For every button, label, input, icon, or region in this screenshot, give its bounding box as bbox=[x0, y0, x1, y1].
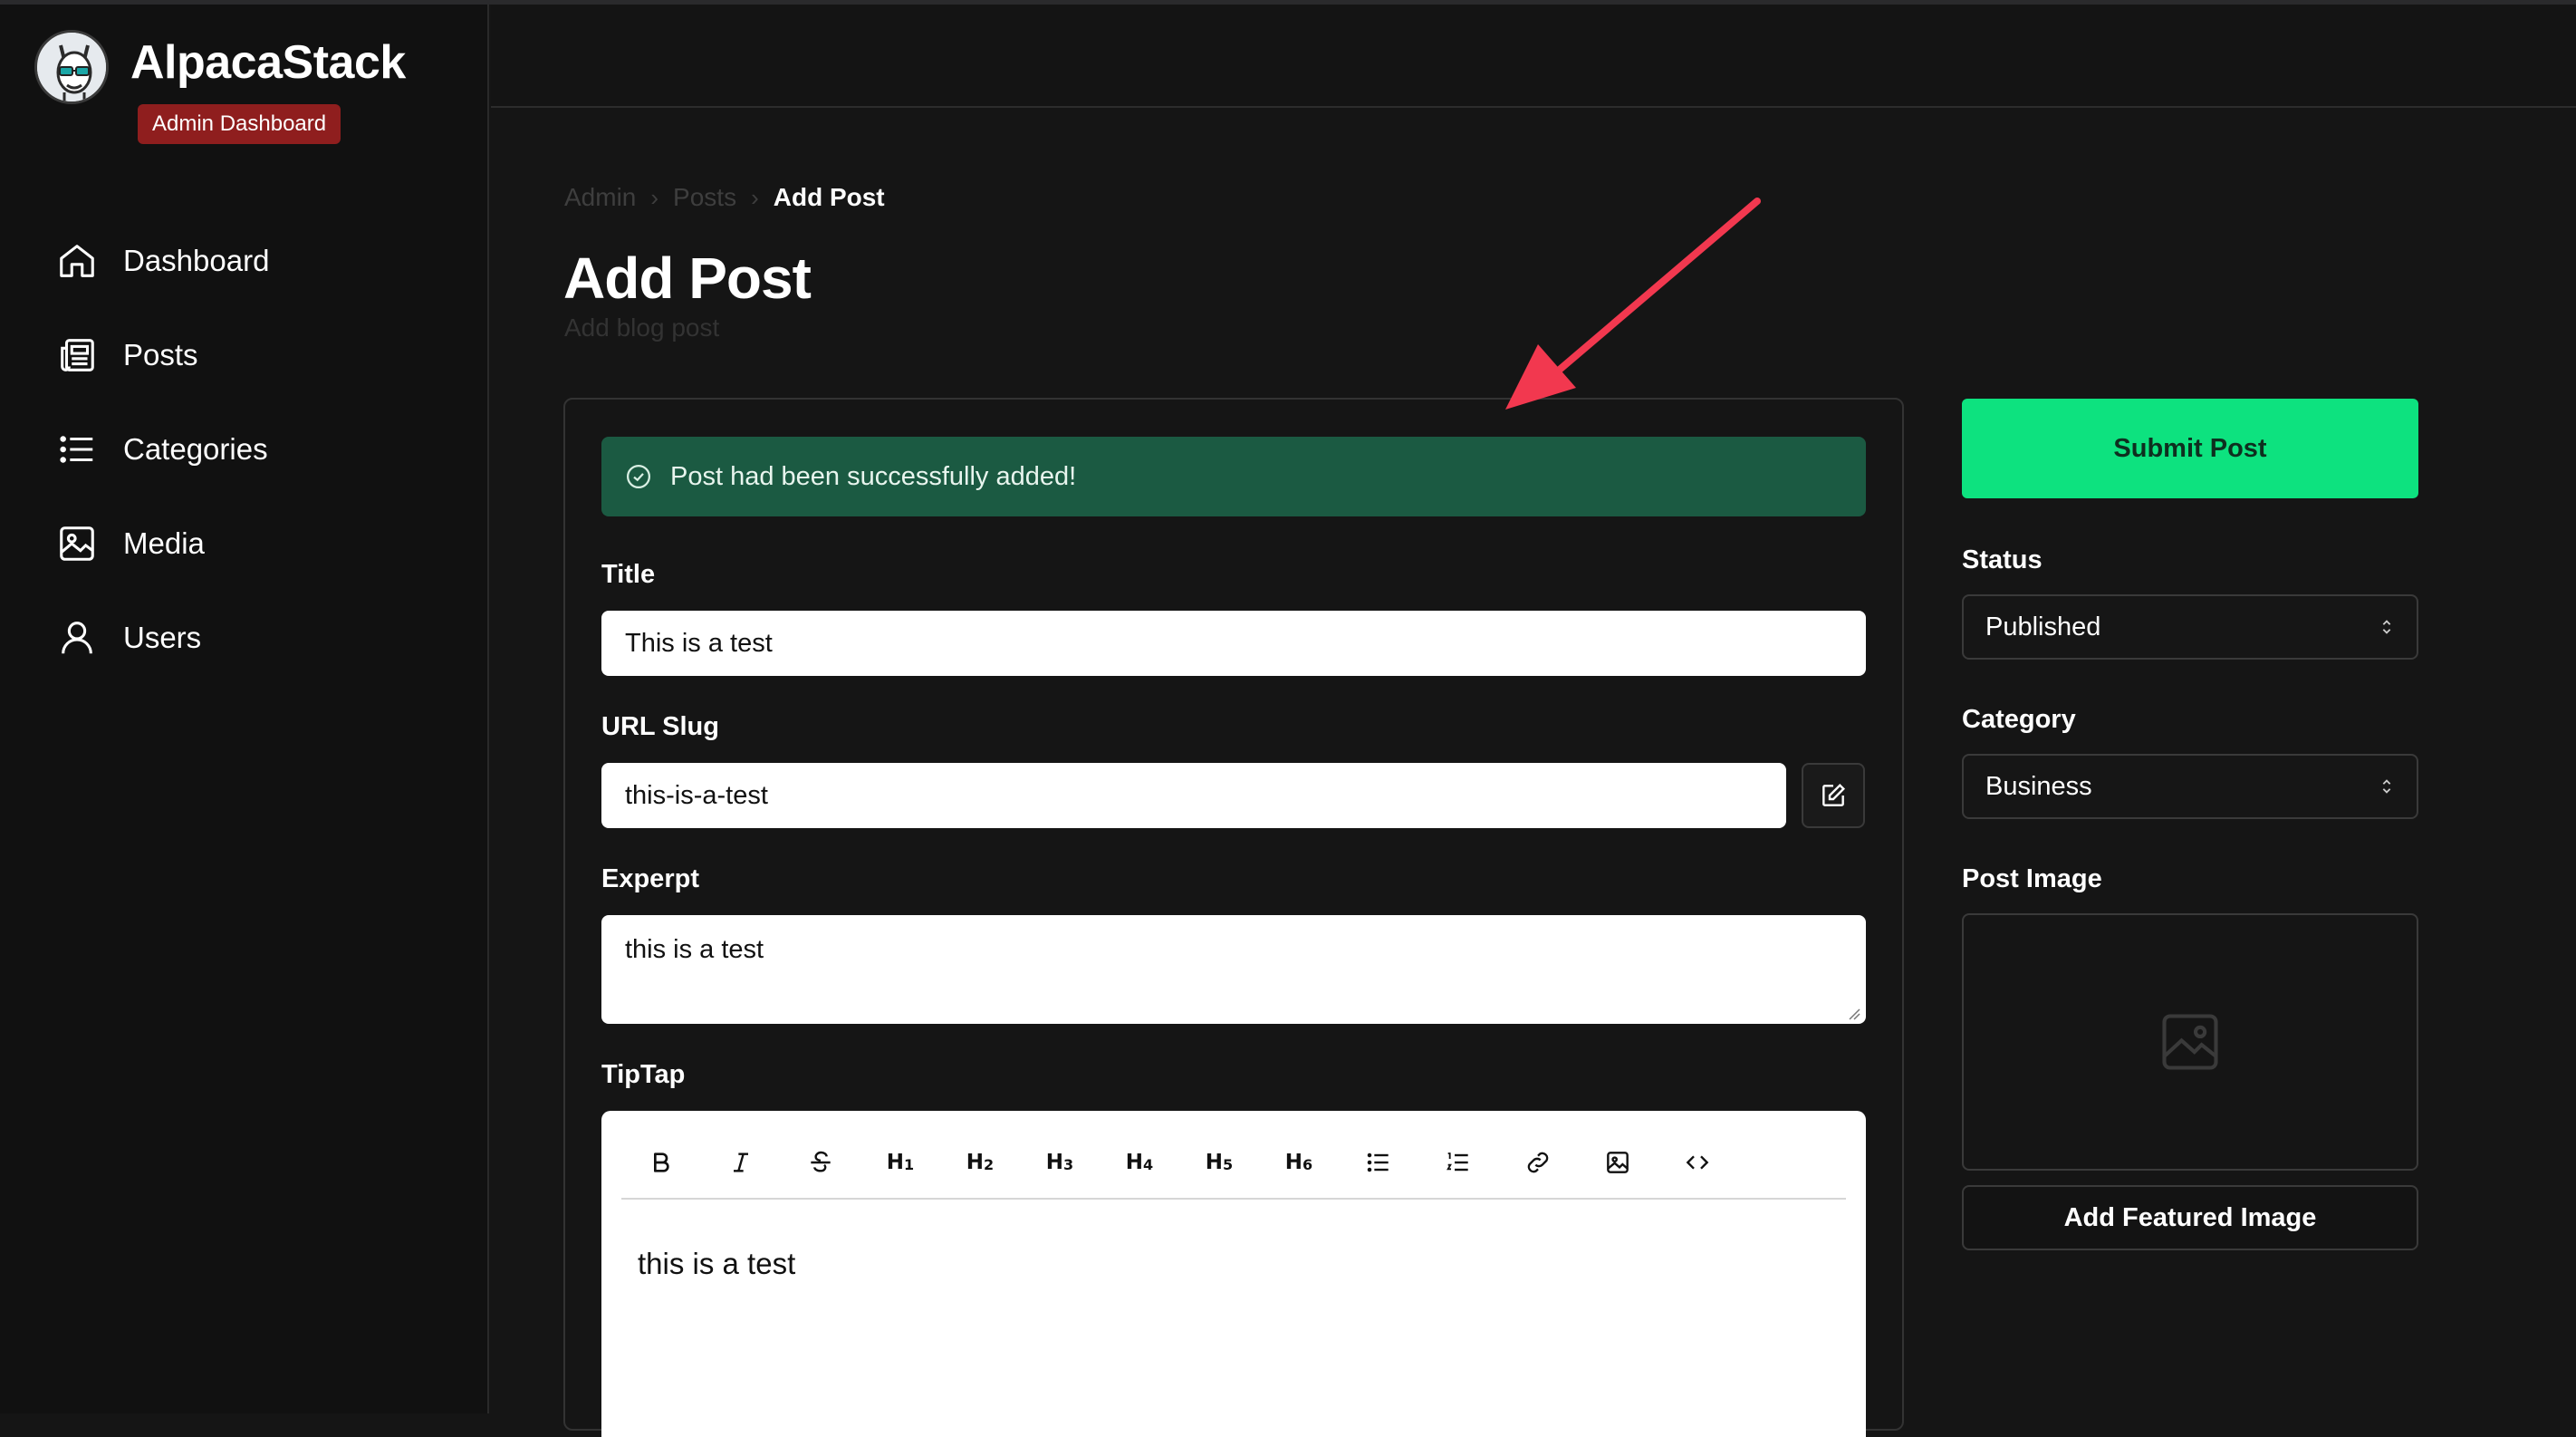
title-input[interactable]: This is a test bbox=[601, 611, 1866, 676]
breadcrumb: Admin › Posts › Add Post bbox=[564, 183, 885, 212]
sidebar-item-label: Users bbox=[123, 621, 202, 654]
submit-post-button[interactable]: Submit Post bbox=[1962, 399, 2418, 498]
code-icon bbox=[1686, 1155, 1709, 1170]
editor-content[interactable]: this is a test bbox=[638, 1247, 795, 1281]
heading-5-button[interactable]: H5 bbox=[1179, 1133, 1259, 1191]
image-icon bbox=[1607, 1152, 1629, 1173]
check-circle-icon bbox=[627, 465, 650, 488]
editor-toolbar: H1 H2 H3 H4 H5 H6 bbox=[621, 1127, 1846, 1200]
edit-slug-button[interactable] bbox=[1802, 763, 1865, 828]
sidebar: AlpacaStack Admin Dashboard Dashboard Po… bbox=[0, 5, 489, 1413]
admin-badge: Admin Dashboard bbox=[138, 104, 341, 144]
success-alert-text: Post had been successfully added! bbox=[670, 461, 1077, 491]
bold-button[interactable] bbox=[621, 1133, 701, 1191]
sidebar-item-categories[interactable]: Categories bbox=[56, 418, 268, 481]
newspaper-icon bbox=[61, 339, 94, 371]
chevron-right-icon: › bbox=[650, 183, 659, 211]
heading-1-num: 1 bbox=[904, 1155, 915, 1173]
chevron-up-down-icon bbox=[2382, 779, 2391, 794]
breadcrumb-current: Add Post bbox=[773, 183, 885, 211]
code-button[interactable] bbox=[1658, 1133, 1737, 1191]
heading-5-num: 5 bbox=[1223, 1155, 1234, 1173]
breadcrumb-posts[interactable]: Posts bbox=[673, 183, 736, 212]
success-alert: Post had been successfully added! bbox=[601, 437, 1866, 516]
post-image-placeholder[interactable] bbox=[1962, 913, 2418, 1171]
heading-6-num: 6 bbox=[1302, 1155, 1313, 1173]
status-select-value: Published bbox=[1985, 612, 2101, 641]
post-image-label: Post Image bbox=[1962, 864, 2102, 893]
bullet-list-icon bbox=[1367, 1152, 1389, 1172]
rich-text-editor[interactable]: H1 H2 H3 H4 H5 H6 this is a test bbox=[601, 1111, 1866, 1437]
alpaca-logo-icon bbox=[34, 30, 109, 104]
heading-6-button[interactable]: H6 bbox=[1259, 1133, 1339, 1191]
category-select-value: Business bbox=[1985, 771, 2092, 801]
page-subtitle: Add blog post bbox=[564, 313, 720, 342]
list-icon bbox=[60, 436, 93, 463]
sidebar-item-label: Categories bbox=[123, 432, 268, 466]
sidebar-item-label: Media bbox=[123, 526, 205, 560]
add-featured-image-button[interactable]: Add Featured Image bbox=[1962, 1185, 2418, 1250]
chevron-up-down-icon bbox=[2382, 620, 2391, 634]
heading-3-letter: H bbox=[1045, 1151, 1064, 1174]
italic-button[interactable] bbox=[701, 1133, 781, 1191]
chevron-right-icon: › bbox=[751, 183, 759, 211]
excerpt-textarea[interactable]: this is a test bbox=[601, 915, 1866, 1024]
ordered-list-button[interactable] bbox=[1418, 1133, 1498, 1191]
strikethrough-icon bbox=[811, 1151, 831, 1172]
heading-1-letter: H bbox=[886, 1151, 905, 1174]
page-title: Add Post bbox=[563, 246, 812, 311]
status-label: Status bbox=[1962, 545, 2043, 574]
heading-2-letter: H bbox=[966, 1151, 985, 1174]
heading-4-num: 4 bbox=[1143, 1155, 1154, 1173]
sidebar-item-posts[interactable]: Posts bbox=[56, 323, 198, 387]
heading-4-letter: H bbox=[1125, 1151, 1144, 1174]
top-header-bar bbox=[491, 5, 2576, 108]
italic-icon bbox=[734, 1152, 748, 1172]
bold-icon bbox=[654, 1152, 669, 1172]
image-icon bbox=[60, 526, 94, 561]
slug-input[interactable]: this-is-a-test bbox=[601, 763, 1786, 828]
brand-name: AlpacaStack bbox=[130, 36, 406, 89]
resize-handle-icon[interactable] bbox=[1846, 1006, 1860, 1020]
editor-label: TipTap bbox=[601, 1060, 686, 1089]
home-icon bbox=[60, 245, 94, 277]
strikethrough-button[interactable] bbox=[781, 1133, 860, 1191]
user-icon bbox=[62, 622, 92, 654]
sidebar-item-label: Posts bbox=[123, 338, 198, 371]
heading-1-button[interactable]: H1 bbox=[860, 1133, 940, 1191]
excerpt-label: Experpt bbox=[601, 864, 699, 893]
sidebar-item-media[interactable]: Media bbox=[56, 512, 205, 575]
sidebar-item-dashboard[interactable]: Dashboard bbox=[56, 229, 269, 293]
edit-icon bbox=[1822, 783, 1846, 806]
bullet-list-button[interactable] bbox=[1339, 1133, 1418, 1191]
link-button[interactable] bbox=[1498, 1133, 1578, 1191]
status-select[interactable]: Published bbox=[1962, 594, 2418, 660]
sidebar-item-label: Dashboard bbox=[123, 244, 270, 277]
heading-3-num: 3 bbox=[1063, 1155, 1074, 1173]
slug-label: URL Slug bbox=[601, 712, 719, 741]
ordered-list-icon bbox=[1447, 1152, 1468, 1172]
heading-5-letter: H bbox=[1205, 1151, 1224, 1174]
heading-4-button[interactable]: H4 bbox=[1100, 1133, 1179, 1191]
category-label: Category bbox=[1962, 705, 2076, 734]
heading-3-button[interactable]: H3 bbox=[1020, 1133, 1100, 1191]
link-icon bbox=[1527, 1152, 1549, 1173]
sidebar-item-users[interactable]: Users bbox=[56, 606, 201, 670]
category-select[interactable]: Business bbox=[1962, 754, 2418, 819]
image-placeholder-icon bbox=[2162, 1014, 2218, 1070]
heading-6-letter: H bbox=[1284, 1151, 1303, 1174]
annotation-arrow-icon bbox=[1505, 198, 1761, 410]
heading-2-button[interactable]: H2 bbox=[940, 1133, 1020, 1191]
title-label: Title bbox=[601, 560, 656, 589]
heading-2-num: 2 bbox=[984, 1155, 995, 1173]
insert-image-button[interactable] bbox=[1578, 1133, 1658, 1191]
breadcrumb-admin[interactable]: Admin bbox=[564, 183, 636, 212]
